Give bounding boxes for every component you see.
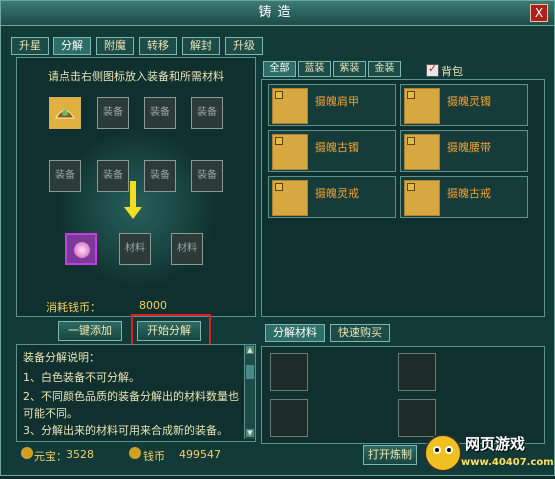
watermark-name: 网页游戏 xyxy=(465,435,526,453)
equip-slot-1[interactable] xyxy=(49,97,81,129)
equipment-item[interactable]: 摄魄灵镯 xyxy=(400,84,528,126)
bracelet-icon xyxy=(272,134,308,170)
equipment-name: 摄魄古戒 xyxy=(447,187,491,200)
bag-checkbox[interactable]: ✓ xyxy=(426,62,439,77)
lock-icon xyxy=(407,137,415,145)
coin-value: 499547 xyxy=(179,448,221,461)
scroll-up-icon[interactable]: ▲ xyxy=(246,346,254,354)
filter-blue[interactable]: 蓝装 xyxy=(298,61,331,77)
instruction-text: 请点击右侧图标放入装备和所需材料 xyxy=(48,70,224,83)
tab-levelup[interactable]: 升级 xyxy=(225,37,263,55)
equip-slot-4[interactable]: 装备 xyxy=(191,97,223,129)
open-forge-button[interactable]: 打开炼制 xyxy=(363,445,417,465)
gem-icon xyxy=(74,242,90,258)
tab-enchant[interactable]: 附魔 xyxy=(96,37,134,55)
material-result-slot[interactable] xyxy=(398,353,436,391)
arrow-head xyxy=(124,207,142,219)
description-line-4: 3、分解出来的材料可用来合成新的装备。 xyxy=(23,424,228,437)
ingot-value: 3528 xyxy=(66,448,94,461)
equip-slot-5[interactable]: 装备 xyxy=(49,160,81,192)
equipment-name: 摄魄肩甲 xyxy=(315,95,359,108)
tab-decompose[interactable]: 分解 xyxy=(53,37,91,55)
filter-gold[interactable]: 金装 xyxy=(368,61,401,77)
tab-decompose-materials[interactable]: 分解材料 xyxy=(265,324,325,342)
decompose-panel: 请点击右侧图标放入装备和所需材料 装备 装备 装备 装备 装备 装备 装备 材料… xyxy=(16,57,256,317)
bracelet-icon xyxy=(404,88,440,124)
equip-slot-3[interactable]: 装备 xyxy=(144,97,176,129)
equipment-item[interactable]: 摄魄腰带 xyxy=(400,130,528,172)
belt-icon xyxy=(404,134,440,170)
description-line-2: 2、不同颜色品质的装备分解出的材料数量也 xyxy=(23,388,239,404)
equip-slot-8[interactable]: 装备 xyxy=(191,160,223,192)
bag-label: 背包 xyxy=(441,65,463,78)
description-line-3: 可能不同。 xyxy=(23,407,78,420)
cost-value: 8000 xyxy=(139,299,167,312)
ingot-label: 元宝： xyxy=(34,450,67,463)
coin-label: 钱币 xyxy=(143,450,165,463)
window-title: 铸造 xyxy=(258,5,297,20)
ring-icon xyxy=(272,180,308,216)
shoulder-armor-icon xyxy=(272,88,308,124)
material-result-slot[interactable] xyxy=(270,399,308,437)
material-result-slot[interactable] xyxy=(270,353,308,391)
description-line-2-text: 2、不同颜色品质的装备分解出的材料数量也 xyxy=(23,390,239,403)
equipment-name: 摄魄灵镯 xyxy=(447,95,491,108)
tab-unseal[interactable]: 解封 xyxy=(182,37,220,55)
equipment-item[interactable]: 摄魄灵戒 xyxy=(268,176,396,218)
tab-upgrade-star[interactable]: 升星 xyxy=(11,37,49,55)
filter-purple[interactable]: 紫装 xyxy=(333,61,366,77)
material-slot-2[interactable]: 材料 xyxy=(119,233,151,265)
equipment-name: 摄魄灵戒 xyxy=(315,187,359,200)
description-scrollbar[interactable]: ▲ ▼ xyxy=(244,345,255,439)
material-slot-1[interactable] xyxy=(65,233,97,265)
equipment-item[interactable]: 摄魄肩甲 xyxy=(268,84,396,126)
equip-slot-2[interactable]: 装备 xyxy=(97,97,129,129)
close-button[interactable]: X xyxy=(530,4,548,22)
equip-slot-7[interactable]: 装备 xyxy=(144,160,176,192)
quick-add-button[interactable]: 一键添加 xyxy=(58,321,122,341)
materials-panel xyxy=(261,346,545,444)
shoulder-armor-icon xyxy=(50,98,80,128)
ingot-icon xyxy=(21,447,33,459)
equipment-name: 摄魄腰带 xyxy=(447,141,491,154)
cost-label: 消耗钱币： xyxy=(46,301,101,314)
equipment-name: 摄魄古镯 xyxy=(315,141,359,154)
ring-icon xyxy=(404,180,440,216)
equipment-item[interactable]: 摄魄古镯 xyxy=(268,130,396,172)
tab-quick-buy[interactable]: 快速购买 xyxy=(330,324,390,342)
description-panel: 装备分解说明： 1、白色装备不可分解。 2、不同颜色品质的装备分解出的材料数量也… xyxy=(16,344,256,442)
lock-icon xyxy=(275,91,283,99)
equipment-list-panel: 摄魄肩甲 摄魄灵镯 摄魄古镯 摄魄腰带 摄魄灵戒 摄魄古戒 xyxy=(261,79,545,317)
material-slot-3[interactable]: 材料 xyxy=(171,233,203,265)
watermark-url: www.40407.com xyxy=(461,457,554,468)
lock-icon xyxy=(407,183,415,191)
description-line-1: 1、白色装备不可分解。 xyxy=(23,371,140,384)
lock-icon xyxy=(407,91,415,99)
equipment-item[interactable]: 摄魄古戒 xyxy=(400,176,528,218)
filter-all[interactable]: 全部 xyxy=(263,61,296,77)
title-bar: 铸造 X xyxy=(1,1,554,26)
coin-icon xyxy=(129,447,141,459)
check-icon: ✓ xyxy=(428,62,438,75)
tab-transfer[interactable]: 转移 xyxy=(139,37,177,55)
description-title: 装备分解说明： xyxy=(23,351,100,364)
scroll-thumb[interactable] xyxy=(246,365,254,379)
down-arrow-icon xyxy=(130,181,136,209)
scroll-down-icon[interactable]: ▼ xyxy=(246,429,254,437)
lock-icon xyxy=(275,183,283,191)
equip-slot-6[interactable]: 装备 xyxy=(97,160,129,192)
forge-window: 铸造 X 升星 分解 附魔 转移 解封 升级 请点击右侧图标放入装备和所需材料 … xyxy=(0,0,555,476)
lock-icon xyxy=(275,137,283,145)
site-logo: 网页游戏 www.40407.com xyxy=(421,431,555,476)
